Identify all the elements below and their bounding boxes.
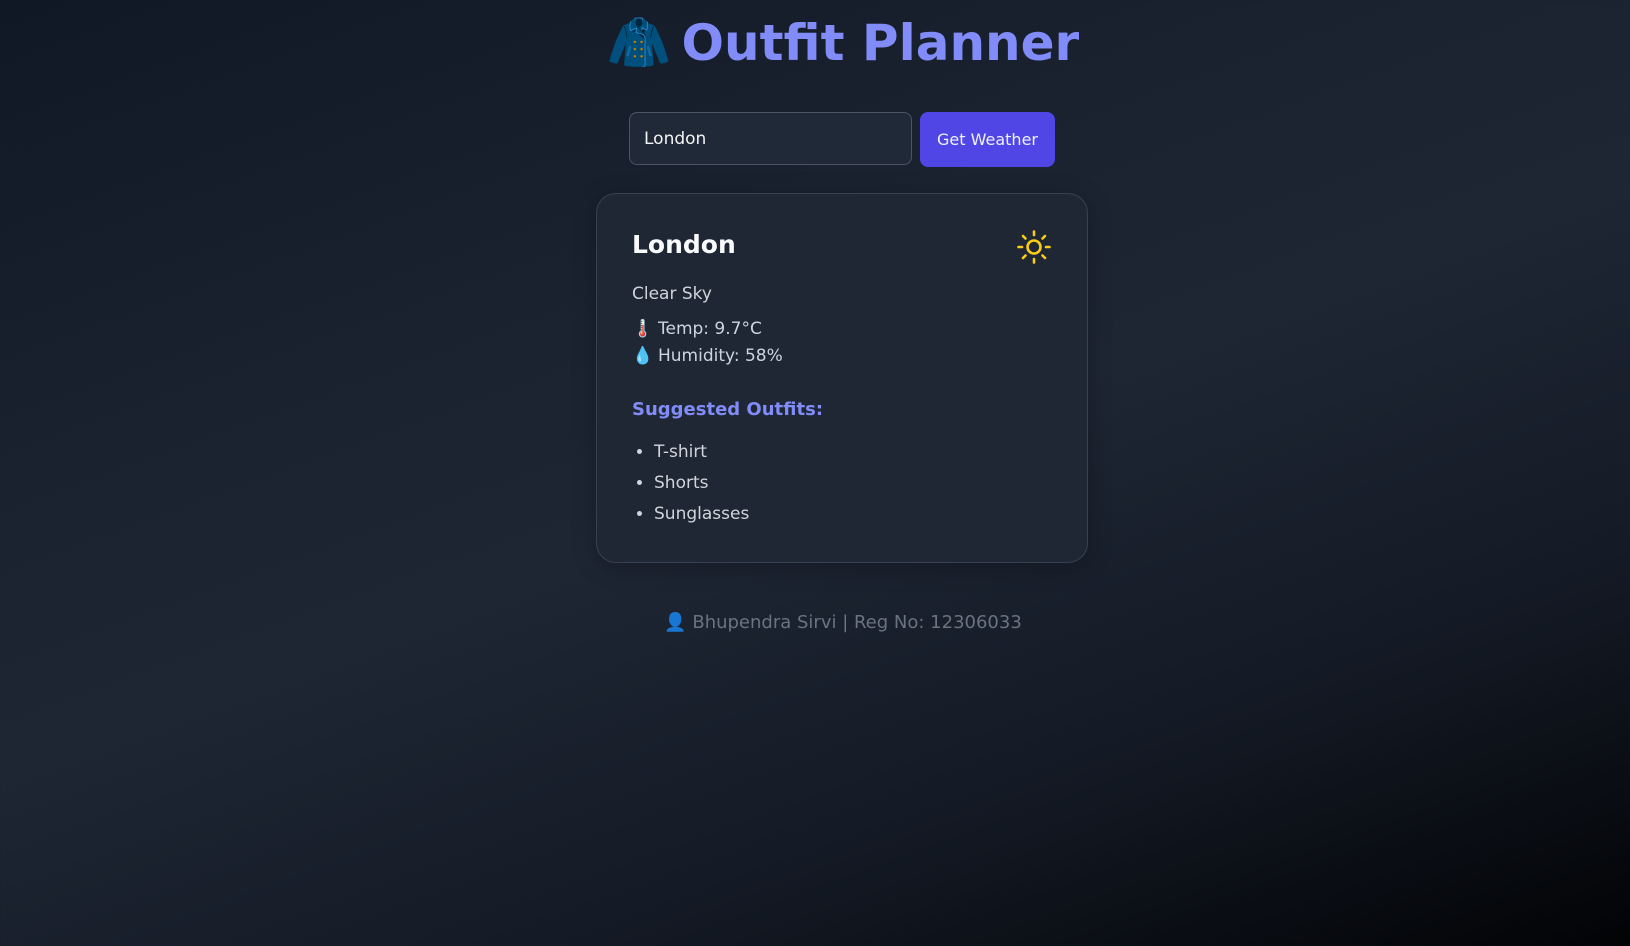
footer: 👤 Bhupendra Sirvi | Reg No: 12306033: [0, 612, 1630, 633]
droplet-icon: 💧: [632, 346, 654, 366]
page-title: 🧥 Outfit Planner: [0, 10, 1630, 76]
humidity-text: Humidity: 58%: [658, 346, 783, 366]
outfits-title: Suggested Outfits:: [632, 399, 824, 420]
temperature-stat: 🌡️ Temp: 9.7°C: [632, 319, 762, 339]
outfit-list: T-shirt Shorts Sunglasses: [632, 441, 749, 534]
city-input[interactable]: [629, 112, 912, 165]
outfit-item: T-shirt: [654, 441, 749, 472]
humidity-stat: 💧 Humidity: 58%: [632, 346, 783, 366]
outfit-item: Shorts: [654, 472, 749, 503]
weather-condition: Clear Sky: [632, 284, 712, 304]
page-title-text: Outfit Planner: [681, 14, 1080, 72]
card-city: London: [632, 230, 736, 259]
weather-card: London Clear Sky 🌡️ Temp: 9.7°C 💧 Humidity…: [596, 193, 1088, 563]
footer-text: Bhupendra Sirvi | Reg No: 12306033: [692, 612, 1022, 633]
app: 🧥Outfit Planner Get Weather London Clear…: [0, 0, 1630, 946]
temperature-text: Temp: 9.7°C: [658, 319, 762, 339]
thermometer-icon: 🌡️: [632, 319, 654, 339]
outfit-item: Sunglasses: [654, 503, 749, 534]
sun-icon: [1017, 230, 1051, 264]
get-weather-button[interactable]: Get Weather: [920, 112, 1055, 167]
coat-icon: 🧥: [606, 13, 672, 73]
user-icon: 👤: [664, 612, 687, 633]
search-row: Get Weather: [629, 112, 1055, 167]
